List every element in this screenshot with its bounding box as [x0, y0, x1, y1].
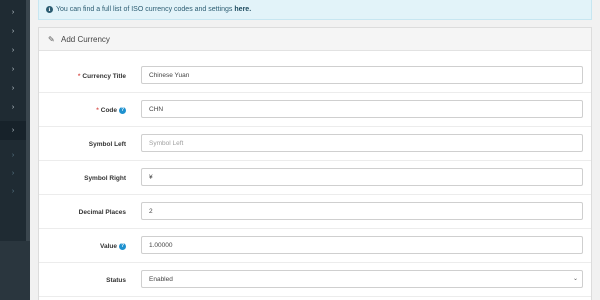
- symbol-right-label: Symbol Right: [39, 161, 126, 195]
- symbol-right-input[interactable]: [141, 168, 583, 186]
- sidebar-item-10[interactable]: ›: [0, 182, 26, 201]
- sidebar-item-6[interactable]: ›: [0, 98, 26, 117]
- status-select[interactable]: Enabled ⌄: [141, 270, 583, 288]
- form-row-symbol-right: Symbol Right: [39, 161, 591, 195]
- required-marker: *: [77, 72, 81, 80]
- sidebar-item-9[interactable]: ›: [0, 164, 26, 183]
- currency-title-label-text: Currency Title: [82, 72, 126, 80]
- decimal-places-label: Decimal Places: [39, 195, 126, 229]
- form-row-decimal-places: Decimal Places: [39, 195, 591, 229]
- code-label: * Code ?: [39, 93, 126, 127]
- chevron-right-icon: ›: [11, 188, 15, 195]
- sidebar-item-8[interactable]: ›: [0, 146, 26, 165]
- form-row-status: Status Enabled ⌄: [39, 263, 591, 297]
- form-row-symbol-left: Symbol Left: [39, 127, 591, 161]
- form-row-value: Value ?: [39, 229, 591, 263]
- help-icon[interactable]: ?: [119, 106, 126, 114]
- info-icon: i: [46, 6, 53, 13]
- decimal-places-label-text: Decimal Places: [78, 208, 126, 216]
- currency-title-input[interactable]: [141, 66, 583, 84]
- form-row-code: * Code ?: [39, 93, 591, 127]
- symbol-right-label-text: Symbol Right: [84, 174, 126, 182]
- alert-text: You can find a full list of ISO currency…: [56, 6, 233, 13]
- chevron-right-icon: ›: [11, 9, 15, 16]
- sidebar-item-3[interactable]: ›: [0, 41, 26, 60]
- chevron-right-icon: ›: [11, 47, 15, 54]
- code-input[interactable]: [141, 100, 583, 118]
- value-label-text: Value: [100, 242, 117, 250]
- status-selected-value: Enabled: [149, 275, 173, 283]
- sidebar-item-7[interactable]: ›: [0, 121, 26, 140]
- decimal-places-input[interactable]: [141, 202, 583, 220]
- sidebar: › › › › › › › › › ›: [0, 0, 30, 300]
- panel-title: Add Currency: [61, 34, 110, 44]
- chevron-right-icon: ›: [11, 85, 15, 92]
- chevron-right-icon: ›: [11, 66, 15, 73]
- pencil-icon: ✎: [48, 34, 55, 44]
- code-label-text: Code: [100, 106, 117, 114]
- help-icon[interactable]: ?: [119, 242, 126, 250]
- form-row-currency-title: * Currency Title: [39, 59, 591, 93]
- sidebar-item-2[interactable]: ›: [0, 22, 26, 41]
- chevron-right-icon: ›: [11, 127, 15, 134]
- chevron-right-icon: ›: [11, 152, 15, 159]
- chevron-right-icon: ›: [11, 104, 15, 111]
- status-label: Status: [39, 263, 126, 297]
- panel-heading: ✎ Add Currency: [39, 28, 591, 51]
- sidebar-lower-section: [0, 241, 30, 300]
- info-alert: i You can find a full list of ISO curren…: [38, 0, 592, 20]
- chevron-down-icon: ⌄: [572, 276, 578, 282]
- symbol-left-label-text: Symbol Left: [88, 140, 126, 148]
- symbol-left-input[interactable]: [141, 134, 583, 152]
- chevron-right-icon: ›: [11, 170, 15, 177]
- required-marker: *: [96, 106, 99, 114]
- currency-title-label: * Currency Title: [39, 59, 126, 93]
- value-label: Value ?: [39, 229, 126, 263]
- add-currency-panel: ✎ Add Currency * Currency Title * Code ?…: [38, 27, 592, 300]
- sidebar-item-5[interactable]: ›: [0, 79, 26, 98]
- alert-link[interactable]: here.: [234, 6, 251, 13]
- chevron-right-icon: ›: [11, 28, 15, 35]
- symbol-left-label: Symbol Left: [39, 127, 126, 161]
- value-input[interactable]: [141, 236, 583, 254]
- sidebar-item-4[interactable]: ›: [0, 60, 26, 79]
- sidebar-item-1[interactable]: ›: [0, 3, 26, 22]
- status-label-text: Status: [106, 276, 126, 284]
